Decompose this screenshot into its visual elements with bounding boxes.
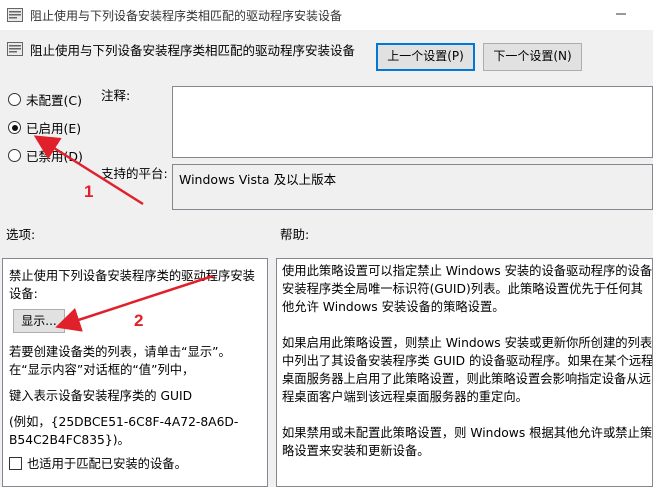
annotation-number-2: 2 [134,311,144,330]
annotation-layer [33,135,214,332]
annotation-number-1: 1 [84,182,94,201]
